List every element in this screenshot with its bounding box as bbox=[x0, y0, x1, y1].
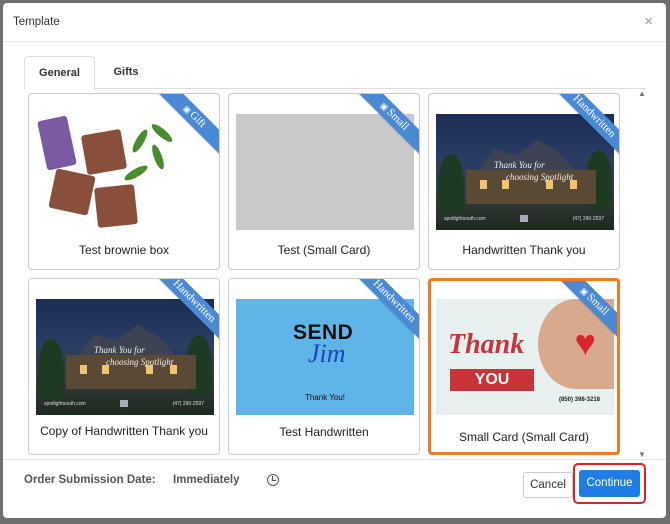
thumb-text: spotlightsouth.com bbox=[44, 401, 86, 407]
thumb-text: Thank You for bbox=[494, 160, 545, 170]
order-submission-label: Order Submission Date: bbox=[24, 474, 156, 486]
card-label: Test Handwritten bbox=[279, 425, 369, 439]
badge-label: Small bbox=[384, 106, 412, 133]
badge-label: Small bbox=[584, 291, 612, 318]
card-label: Copy of Handwritten Thank you bbox=[40, 424, 208, 438]
template-card[interactable]: ▣Small Test (Small Card) bbox=[228, 93, 420, 270]
scroll-down-icon[interactable]: ▼ bbox=[638, 450, 646, 459]
card-label: Test brownie box bbox=[78, 243, 170, 257]
badge-ribbon: Handwritten bbox=[553, 94, 619, 160]
modal-title: Template bbox=[13, 16, 60, 28]
tab-bar: General Gifts bbox=[24, 56, 646, 90]
tab-gifts[interactable]: Gifts bbox=[104, 56, 148, 89]
footer-divider bbox=[3, 459, 666, 460]
badge-label: Handwritten bbox=[553, 94, 619, 159]
thumb-text: Thank bbox=[448, 329, 525, 360]
close-icon[interactable]: × bbox=[644, 13, 653, 30]
clock-icon[interactable] bbox=[267, 474, 279, 486]
grid-scrollbar[interactable]: ▲ ▼ bbox=[637, 89, 649, 459]
template-card-selected[interactable]: ♥ Thank YOU (850) 398-3218 ▣Small Small … bbox=[428, 278, 620, 455]
template-card[interactable]: SEND Jim Thank You! Handwritten Test Han… bbox=[228, 278, 420, 455]
badge-ribbon: ▣Small bbox=[353, 94, 419, 160]
template-card[interactable]: Thank You for choosing Spotlight spotlig… bbox=[28, 278, 220, 455]
badge-ribbon: Handwritten bbox=[353, 279, 419, 345]
template-modal: Template × General Gifts ▣Gift Test brow… bbox=[3, 3, 666, 518]
continue-highlight: Continue bbox=[573, 463, 646, 504]
scroll-up-icon[interactable]: ▲ bbox=[638, 89, 646, 98]
thumb-text: choosing Spotlight bbox=[106, 357, 174, 367]
thumb-text: Thank You! bbox=[304, 393, 346, 402]
thumb-text: Jim bbox=[308, 339, 346, 368]
card-label: Small Card (Small Card) bbox=[458, 430, 590, 444]
badge-ribbon: ▣Small bbox=[551, 281, 617, 347]
card-label: Handwritten Thank you bbox=[462, 243, 586, 257]
template-grid: ▣Gift Test brownie box ▣Small Test (Smal… bbox=[24, 89, 634, 457]
thumb-text: choosing Spotlight bbox=[506, 172, 574, 182]
thumb-text: (850) 398-3218 bbox=[558, 397, 600, 403]
template-card[interactable]: Thank You for choosing Spotlight spotlig… bbox=[428, 93, 620, 270]
badge-ribbon: Handwritten bbox=[153, 279, 219, 345]
header-divider bbox=[3, 41, 666, 42]
cancel-button[interactable]: Cancel bbox=[523, 472, 573, 498]
badge-label: Handwritten bbox=[153, 279, 219, 344]
thumb-text: (47) 290-2597 bbox=[172, 401, 204, 407]
order-submission-value: Immediately bbox=[173, 474, 240, 486]
continue-button[interactable]: Continue bbox=[579, 470, 640, 497]
thumb-text: spotlightsouth.com bbox=[444, 216, 486, 222]
thumb-text: YOU bbox=[450, 369, 534, 391]
badge-label: Gift bbox=[187, 109, 209, 131]
tab-general[interactable]: General bbox=[24, 56, 95, 90]
card-label: Test (Small Card) bbox=[277, 243, 371, 257]
badge-label: Handwritten bbox=[353, 279, 419, 344]
badge-ribbon: ▣Gift bbox=[153, 94, 219, 160]
thumb-text: Thank You for bbox=[94, 345, 145, 355]
template-card[interactable]: ▣Gift Test brownie box bbox=[28, 93, 220, 270]
thumb-text: (47) 290-2597 bbox=[572, 216, 604, 222]
